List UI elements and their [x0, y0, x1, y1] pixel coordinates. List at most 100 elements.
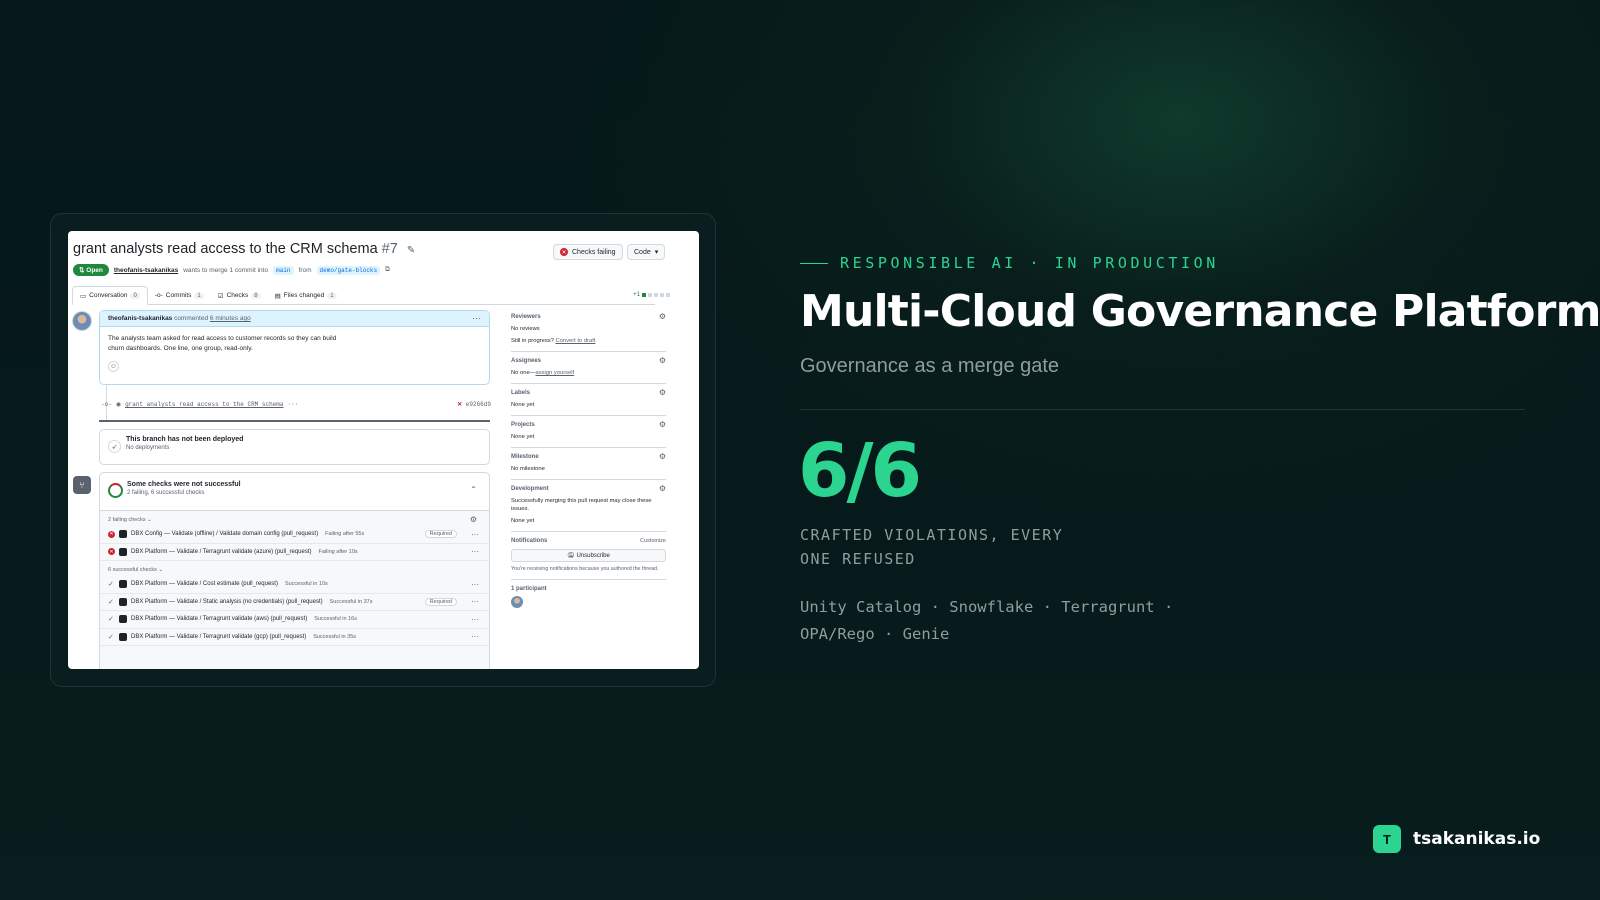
commit-expand[interactable]: ···: [288, 401, 299, 408]
sidebar-heading[interactable]: Assignees: [511, 358, 666, 364]
diffstat-additions: +1: [633, 292, 640, 298]
tab-files-changed[interactable]: ▤ Files changed 1: [268, 286, 344, 305]
checks-header[interactable]: Some checks were not successful 2 failin…: [100, 473, 489, 511]
unsubscribe-button[interactable]: 🔕︎ Unsubscribe: [511, 549, 666, 562]
sidebar-heading[interactable]: Projects: [511, 422, 666, 428]
check-icon: ✓: [108, 581, 114, 589]
sidebar-value: Still in progress?: [511, 338, 554, 344]
check-name[interactable]: DBX Platform — Validate / Static analysi…: [131, 599, 323, 605]
successful-group-toggle[interactable]: 6 successful checks ⌄: [100, 561, 489, 576]
pr-comment: theofanis-tsakanikas commented 6 minutes…: [99, 310, 490, 385]
eyebrow-rule: [800, 262, 828, 264]
brand[interactable]: T tsakanikas.io: [1373, 825, 1540, 853]
chevron-up-icon[interactable]: ⌃: [470, 485, 477, 494]
code-button-label: Code: [634, 248, 651, 256]
check-name[interactable]: DBX Platform — Validate / Cost estimate …: [131, 581, 278, 587]
check-row[interactable]: ✓ DBX Platform — Validate / Terragrunt v…: [100, 629, 489, 646]
gear-icon[interactable]: ⚙: [659, 312, 666, 321]
github-icon: [119, 530, 127, 539]
diffstat-block: [642, 293, 646, 297]
convert-to-draft-link[interactable]: Convert to draft: [555, 338, 595, 344]
diffstat-block: [660, 293, 664, 297]
sidebar-heading[interactable]: Milestone: [511, 454, 666, 460]
avatar[interactable]: [72, 311, 92, 331]
chevron-down-icon: ▾: [654, 249, 659, 256]
kebab-menu-icon[interactable]: ···: [472, 313, 481, 323]
kebab-menu-icon[interactable]: ···: [471, 547, 479, 556]
sidebar-value: None yet: [511, 434, 535, 440]
kebab-menu-icon[interactable]: ···: [471, 597, 479, 606]
check-name[interactable]: DBX Platform — Validate / Terragrunt val…: [131, 634, 306, 640]
assign-yourself-link[interactable]: assign yourself: [536, 370, 575, 376]
check-row[interactable]: ✓ DBX Platform — Validate / Static analy…: [100, 594, 489, 611]
commit-sha-text: e9266d9: [465, 401, 491, 408]
gear-icon[interactable]: ⚙: [659, 420, 666, 429]
tech-stack: Unity Catalog · Snowflake · Terragrunt ·…: [800, 594, 1200, 648]
commit-message[interactable]: grant analysts read access to the CRM sc…: [125, 401, 283, 408]
check-row[interactable]: ✕ DBX Config — Validate (offline) / Vali…: [100, 526, 489, 544]
commit-row: -o- ◉ grant analysts read access to the …: [101, 401, 491, 408]
sidebar-value: No one—: [511, 370, 536, 376]
code-button[interactable]: Code ▾: [627, 244, 666, 260]
kebab-menu-icon[interactable]: ···: [471, 580, 479, 589]
deploy-subtitle: No deployments: [126, 445, 170, 451]
head-branch[interactable]: demo/gate-blocks: [316, 265, 381, 275]
x-icon: ✕: [457, 401, 463, 408]
checks-list: 2 failing checks ⌄ ⚙ ✕ DBX Config — Vali…: [100, 511, 489, 669]
page-subtitle: Governance as a merge gate: [800, 355, 1060, 377]
failing-group-toggle[interactable]: 2 failing checks ⌄ ⚙: [100, 511, 489, 526]
kebab-menu-icon[interactable]: ···: [471, 632, 479, 641]
sidebar-heading[interactable]: Development: [511, 486, 666, 492]
commit-icon: -o-: [154, 292, 163, 299]
page-title: Multi-Cloud Governance Platform: [800, 286, 1600, 337]
sidebar-heading[interactable]: Reviewers: [511, 314, 666, 320]
check-name[interactable]: DBX Platform — Validate / Terragrunt val…: [131, 616, 307, 622]
checks-failing-button[interactable]: ✕ Checks failing: [553, 244, 623, 260]
github-icon: [119, 597, 127, 606]
stat-value: 6/6: [798, 428, 922, 514]
sidebar-value-line: Still in progress? Convert to draft: [511, 337, 666, 345]
comment-line: churn dashboards. One line, one group, r…: [108, 345, 253, 352]
smiley-icon[interactable]: ☺: [108, 361, 119, 372]
check-row[interactable]: ✓ DBX Platform — Validate / Terragrunt v…: [100, 611, 489, 629]
comment-time[interactable]: 6 minutes ago: [210, 315, 251, 322]
brand-logo-icon: T: [1373, 825, 1401, 853]
gear-icon[interactable]: ⚙: [659, 388, 666, 397]
sidebar-heading[interactable]: Labels: [511, 390, 666, 396]
tab-conversation[interactable]: ▭ Conversation 0: [72, 286, 148, 305]
tab-commits[interactable]: -o- Commits 1: [148, 286, 211, 305]
base-branch[interactable]: main: [273, 265, 294, 275]
edit-pencil-icon[interactable]: ✎: [407, 245, 415, 256]
pr-title-text: grant analysts read access to the CRM sc…: [73, 241, 378, 257]
stat-label-line: ONE REFUSED: [800, 550, 916, 568]
git-merge-icon: ⑂: [73, 476, 91, 494]
pr-author-link[interactable]: theofanis-tsakanikas: [114, 267, 178, 274]
tab-count: 1: [194, 292, 204, 299]
copy-icon[interactable]: ⧉: [385, 266, 390, 274]
tab-label: Checks: [226, 292, 249, 299]
check-status: Successful in 16s: [314, 616, 357, 623]
kebab-menu-icon[interactable]: ···: [471, 530, 479, 539]
participants-heading: 1 participant: [511, 586, 547, 592]
check-name[interactable]: DBX Config — Validate (offline) / Valida…: [131, 531, 318, 537]
check-row[interactable]: ✕ DBX Platform — Validate / Terragrunt v…: [100, 544, 489, 561]
gear-icon[interactable]: ⚙: [659, 356, 666, 365]
checklist-icon: ☑: [217, 292, 224, 300]
comment-author[interactable]: theofanis-tsakanikas: [108, 315, 172, 322]
commit-sha[interactable]: ✕ e9266d9: [457, 401, 491, 408]
check-row[interactable]: ✓ DBX Platform — Validate / Cost estimat…: [100, 576, 489, 594]
timeline-divider: [99, 420, 490, 422]
sidebar-labels: Labels ⚙ None yet: [511, 388, 666, 416]
status-badge-label: Open: [86, 267, 103, 274]
commit-avatar-icon: ◉: [115, 401, 122, 408]
x-circle-icon: ✕: [560, 248, 568, 256]
pr-number: #7: [381, 241, 398, 257]
gear-icon[interactable]: ⚙: [659, 452, 666, 461]
check-name[interactable]: DBX Platform — Validate / Terragrunt val…: [131, 549, 312, 555]
gear-icon[interactable]: ⚙: [659, 484, 666, 493]
kebab-menu-icon[interactable]: ···: [471, 615, 479, 624]
avatar[interactable]: [511, 596, 523, 608]
tab-checks[interactable]: ☑ Checks 8: [211, 286, 268, 305]
customize-link[interactable]: Customize: [640, 538, 666, 544]
gear-icon[interactable]: ⚙: [470, 515, 477, 524]
